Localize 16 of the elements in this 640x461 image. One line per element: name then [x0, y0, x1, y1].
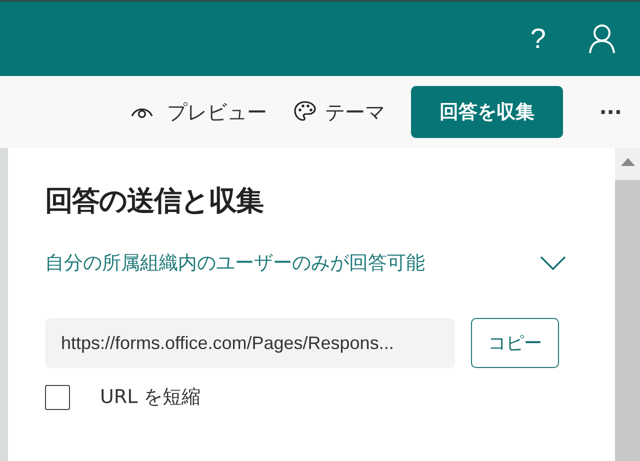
- scrollbar[interactable]: [615, 148, 640, 461]
- preview-button[interactable]: プレビュー: [131, 98, 268, 126]
- help-button[interactable]: ?: [530, 23, 546, 55]
- chevron-down-icon: [539, 255, 567, 271]
- theme-button[interactable]: テーマ: [293, 98, 386, 126]
- panel-title: 回答の送信と収集: [45, 183, 264, 219]
- copy-button[interactable]: コピー: [471, 318, 559, 368]
- checkbox-label: URL を短縮: [100, 385, 201, 410]
- checkbox[interactable]: [45, 384, 70, 410]
- user-icon[interactable]: [588, 24, 616, 54]
- scroll-up-icon[interactable]: [620, 158, 634, 166]
- palette-icon: [293, 100, 318, 124]
- link-field[interactable]: https://forms.office.com/Pages/Respons...: [45, 318, 455, 368]
- audience-dropdown[interactable]: 自分の所属組織内のユーザーのみが回答可能: [45, 250, 579, 276]
- collect-responses-button[interactable]: 回答を収集: [411, 86, 564, 138]
- more-button[interactable]: ···: [599, 100, 622, 124]
